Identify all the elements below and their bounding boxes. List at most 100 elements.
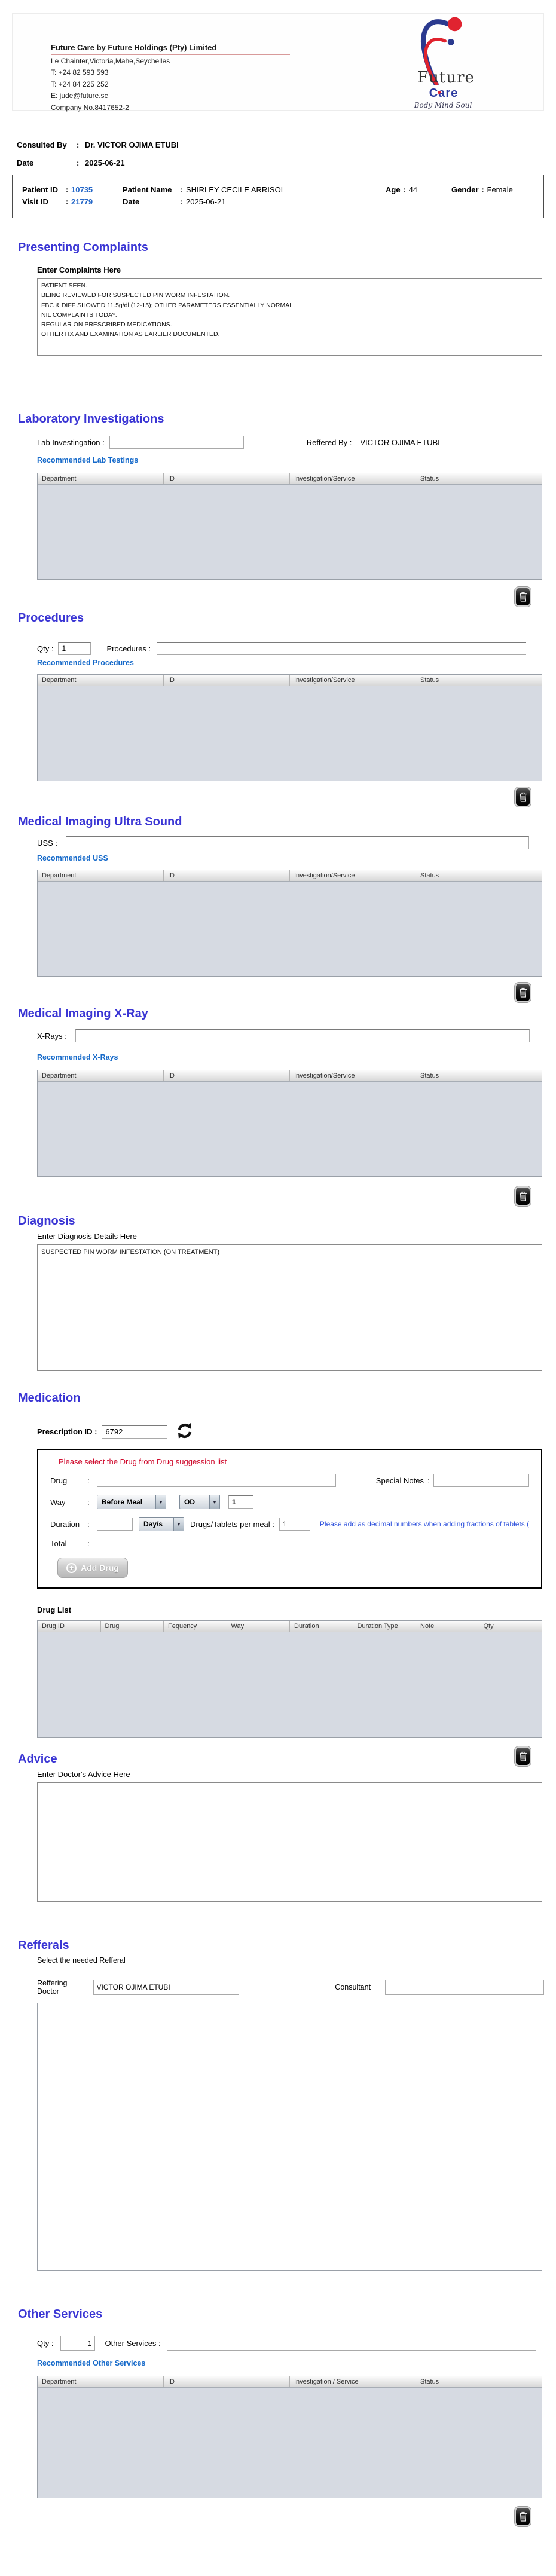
lab-results-table[interactable]: Department ID Investigation/Service Stat… [37,473,542,580]
meal-timing-select[interactable]: Before Meal ▼ [97,1495,166,1509]
chevron-down-icon: ▼ [209,1495,219,1509]
xray-label: X-Rays : [37,1031,67,1041]
trash-icon [519,987,527,998]
colon: : [65,197,69,206]
logo-care-text: Care [429,87,459,100]
special-notes-input[interactable] [433,1474,529,1487]
patient-id-label: Patient ID [22,185,58,194]
xray-table[interactable]: Department ID Investigation/Service Stat… [37,1070,542,1177]
section-title-ultrasound: Medical Imaging Ultra Sound [18,815,182,828]
column-header-drug-id: Drug ID [38,1621,101,1632]
trash-icon [519,1751,527,1761]
trash-icon [519,1191,527,1201]
uss-table[interactable]: Department ID Investigation/Service Stat… [37,870,542,977]
other-services-input[interactable] [166,2336,536,2351]
patient-id-value: 10735 [71,185,93,194]
uss-input[interactable] [65,836,529,849]
advice-textarea[interactable] [37,1782,542,1902]
recommended-uss-label: Recommended USS [37,854,108,862]
uss-table-body[interactable] [38,882,542,976]
reffering-doctor-label: Reffering Doctor [37,1979,68,1996]
delete-lab-item-button[interactable] [515,587,531,607]
heart-icon: ♥ [437,90,441,97]
duration-label: Duration [50,1519,80,1529]
column-header-status: Status [420,872,439,879]
column-header-fequency: Fequency [164,1621,227,1632]
colon: : [180,185,184,194]
column-header-note: Note [416,1621,479,1632]
column-header-department: Department [38,1070,164,1081]
procedures-input[interactable] [157,642,527,655]
delete-xray-item-button[interactable] [515,1186,531,1206]
delete-procedure-item-button[interactable] [515,787,531,807]
procedures-table[interactable]: Department ID Investigation/Service Stat… [37,674,542,781]
add-drug-label: Add Drug [81,1563,119,1572]
procedures-table-body[interactable] [38,686,542,781]
fraction-hint: Please add as decimal numbers when addin… [319,1520,529,1528]
company-email: E: jude@future.sc [51,91,108,100]
frequency-select[interactable]: OD ▼ [179,1495,220,1509]
reffering-doctor-input[interactable] [93,1980,240,1995]
xray-input[interactable] [75,1029,530,1042]
duration-unit-value: Day/s [143,1520,163,1528]
add-drug-button[interactable]: + Add Drug [57,1558,128,1578]
column-header-status: Status [420,677,439,684]
consult-date-value: 2025-06-21 [85,158,125,167]
diagnosis-label: Enter Diagnosis Details Here [37,1232,137,1241]
colon: : [87,1497,90,1507]
duration-input[interactable] [97,1518,133,1531]
other-services-label: Other Services : [105,2339,161,2348]
special-notes-label: Special Notes [375,1476,424,1485]
consulted-by-value: Dr. VICTOR OJIMA ETUBI [85,140,179,149]
column-header-duration: Duration [290,1621,353,1632]
xray-table-body[interactable] [38,1082,542,1176]
visit-date-label: Date [123,197,140,206]
chevron-down-icon: ▼ [155,1495,166,1509]
column-header-investigation-service: Investigation / Service [290,2376,416,2387]
colon: : [87,1519,90,1529]
lab-investigation-input[interactable] [109,436,244,449]
patient-name-label: Patient Name [123,185,172,194]
procedures-qty-input[interactable] [58,642,91,655]
duration-unit-select[interactable]: Day/s ▼ [139,1517,184,1531]
section-title-advice: Advice [18,1752,57,1766]
complaints-label: Enter Complaints Here [37,265,121,274]
refresh-prescription-button[interactable] [176,1422,194,1442]
refferal-listbox[interactable] [37,2003,542,2271]
column-header-id: ID [164,1070,290,1081]
complaints-textarea[interactable]: PATIENT SEEN. BEING REVIEWED FOR SUSPECT… [37,278,542,356]
procedures-label: Procedures : [106,644,151,653]
other-services-table[interactable]: Department ID Investigation / Service St… [37,2376,542,2498]
refferal-subtitle: Select the needed Refferal [37,1956,126,1965]
delete-uss-item-button[interactable] [515,983,531,1002]
age-value: 44 [408,185,418,194]
other-services-table-body[interactable] [38,2388,542,2498]
colon: : [65,185,69,194]
delete-drug-item-button[interactable] [515,1746,531,1766]
diagnosis-textarea[interactable]: SUSPECTED PIN WORM INFESTATION (ON TREAT… [37,1244,542,1371]
column-header-id: ID [164,870,290,881]
column-header-investigation-service: Investigation/Service [290,1070,416,1081]
logo-future-text: Future [417,69,475,87]
reffered-by-label: Reffered By : [306,438,352,447]
section-title-presenting-complaints: Presenting Complaints [18,241,148,254]
company-address: Le Chainter,Victoria,Mahe,Seychelles [51,57,170,65]
company-phone-1: T: +24 82 593 593 [51,68,109,77]
reffered-by-value: VICTOR OJIMA ETUBI [360,438,440,447]
delete-other-service-item-button[interactable] [515,2507,531,2526]
column-header-investigation-service: Investigation/Service [290,473,416,484]
other-services-qty-input[interactable] [60,2336,96,2351]
per-meal-input[interactable] [279,1518,310,1531]
prescription-id-input[interactable] [102,1425,168,1439]
colon: : [77,158,80,167]
drug-list-table-body[interactable] [38,1632,542,1737]
drug-list-table[interactable]: Drug ID Drug Fequency Way Duration Durat… [37,1620,542,1738]
drug-input[interactable] [97,1474,336,1487]
section-title-laboratory-investigations: Laboratory Investigations [18,412,164,426]
frequency-qty-input[interactable] [228,1495,253,1509]
future-care-logo: Future Care ♥ Body Mind Soul [393,15,488,109]
column-header-investigation-service: Investigation/Service [290,675,416,686]
age-label: Age [386,185,401,194]
consultant-input[interactable] [385,1980,544,1995]
lab-table-body[interactable] [38,485,542,579]
